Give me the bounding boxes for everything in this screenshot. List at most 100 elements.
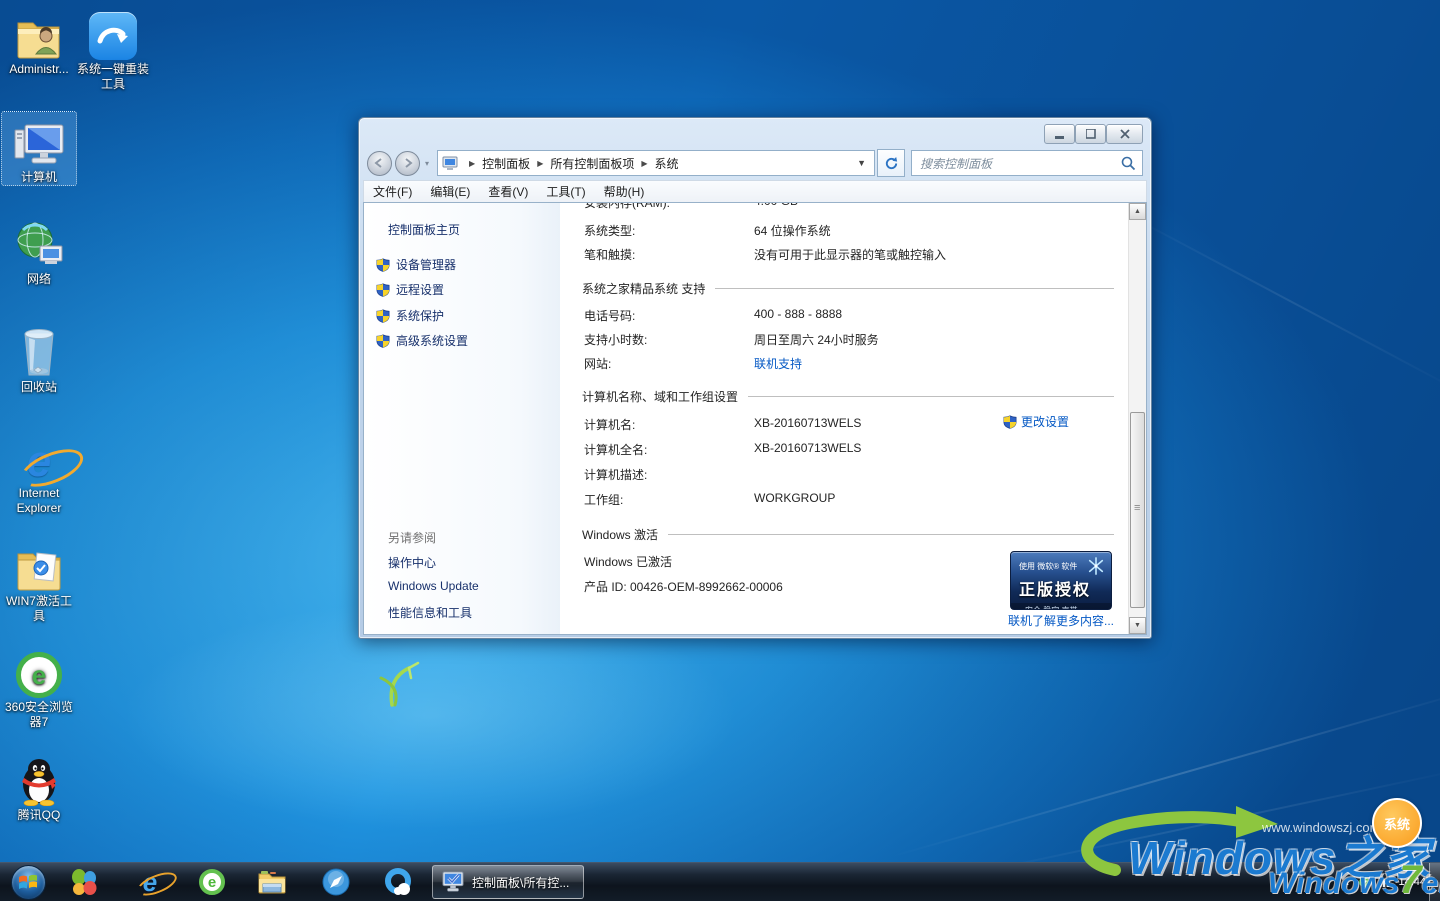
refresh-button[interactable] bbox=[877, 149, 905, 177]
desktop-icon-recycle-bin[interactable]: 回收站 bbox=[2, 326, 76, 395]
section-title: 系统之家精品系统 支持 bbox=[582, 280, 705, 297]
address-dropdown-icon[interactable]: ▼ bbox=[853, 158, 870, 168]
sidebar-item-system-protection[interactable]: 系统保护 bbox=[376, 307, 444, 324]
desktop-icon-win7-activator[interactable]: WIN7激活工具 bbox=[2, 540, 76, 624]
sidebar-item-windows-update[interactable]: Windows Update bbox=[388, 579, 479, 593]
sidebar-item-control-panel-home[interactable]: 控制面板主页 bbox=[388, 221, 460, 238]
sidebar-item-performance-tools[interactable]: 性能信息和工具 bbox=[388, 604, 472, 621]
recycle-bin-icon bbox=[2, 326, 76, 378]
maximize-button[interactable] bbox=[1075, 124, 1106, 144]
uac-shield-icon bbox=[376, 309, 390, 323]
show-desktop-button[interactable] bbox=[1429, 863, 1440, 901]
navigation-bar: ▾ ▶ 控制面板 ▶ 所有控制面板项 ▶ 系统 ▼ 搜索控制面板 bbox=[367, 150, 1143, 176]
breadcrumb-all-items[interactable]: 所有控制面板项 bbox=[550, 155, 634, 172]
section-windows-activation: Windows 激活 bbox=[582, 526, 1114, 543]
see-also-header: 另请参阅 bbox=[388, 529, 436, 546]
row-value: 4.00 GB bbox=[754, 203, 798, 208]
sidebar-item-label: 性能信息和工具 bbox=[388, 604, 472, 621]
light-streak bbox=[892, 685, 1440, 858]
desktop-icon-administrator[interactable]: Administr... bbox=[2, 8, 76, 77]
scroll-up-button[interactable]: ▲ bbox=[1129, 203, 1146, 220]
desktop-icon-label: 回收站 bbox=[2, 380, 76, 395]
desktop-icon-label: WIN7激活工具 bbox=[2, 594, 76, 624]
taskbar-icon-explorer[interactable] bbox=[250, 863, 294, 901]
computer-icon bbox=[2, 116, 76, 168]
scrollbar-thumb[interactable] bbox=[1130, 412, 1145, 608]
menu-help[interactable]: 帮助(H) bbox=[595, 183, 654, 200]
row-label: 笔和触摸: bbox=[584, 248, 635, 262]
info-row-pen-touch: 笔和触摸: 没有可用于此显示器的笔或触控输入 bbox=[584, 246, 1116, 262]
desktop-icon-label: 系统一键重装工具 bbox=[76, 62, 150, 92]
sidebar-item-action-center[interactable]: 操作中心 bbox=[388, 554, 436, 571]
recent-pages-dropdown-icon[interactable]: ▾ bbox=[425, 159, 429, 168]
menu-view[interactable]: 查看(V) bbox=[479, 183, 537, 200]
row-label: 支持小时数: bbox=[584, 333, 647, 347]
qq-penguin-icon bbox=[2, 754, 76, 806]
folder-app-icon bbox=[2, 540, 76, 592]
tray-security-icon[interactable] bbox=[1358, 876, 1370, 888]
sidebar-item-remote-settings[interactable]: 远程设置 bbox=[376, 281, 444, 298]
taskbar-icon-360-browser[interactable]: e bbox=[190, 863, 234, 901]
section-support: 系统之家精品系统 支持 bbox=[582, 280, 1114, 297]
start-button[interactable] bbox=[6, 863, 50, 901]
system-page-icon bbox=[442, 156, 458, 170]
badge-line1: 使用 微软® 软件 bbox=[1019, 561, 1077, 572]
search-input[interactable]: 搜索控制面板 bbox=[911, 150, 1143, 176]
taskbar-icon-qq-browser[interactable] bbox=[376, 863, 420, 901]
info-row-full-name: 计算机全名: XB-20160713WELS bbox=[584, 441, 1116, 457]
taskbar-icon-software-manager[interactable] bbox=[62, 863, 106, 901]
taskbar-icon-internet-explorer[interactable]: e bbox=[128, 863, 172, 901]
info-row-system-type: 系统类型: 64 位操作系统 bbox=[584, 222, 1116, 238]
row-label: 工作组: bbox=[584, 493, 623, 507]
desktop-icon-reinstall-tool[interactable]: 系统一键重装工具 bbox=[76, 8, 150, 92]
address-bar[interactable]: ▶ 控制面板 ▶ 所有控制面板项 ▶ 系统 ▼ bbox=[437, 150, 875, 176]
search-icon[interactable] bbox=[1121, 156, 1136, 171]
sidebar-item-device-manager[interactable]: 设备管理器 bbox=[376, 256, 456, 273]
sidebar-item-advanced-settings[interactable]: 高级系统设置 bbox=[376, 332, 468, 349]
taskbar-active-window-button[interactable]: 控制面板\所有控... bbox=[432, 865, 584, 899]
change-settings-link[interactable]: 更改设置 bbox=[1003, 413, 1069, 430]
desktop-icon-360-browser[interactable]: e 360安全浏览器7 bbox=[2, 646, 76, 730]
wallpaper-sprout bbox=[362, 645, 432, 709]
learn-more-online-link[interactable]: 联机了解更多内容... bbox=[1008, 612, 1114, 629]
online-support-link[interactable]: 联机支持 bbox=[754, 355, 802, 372]
light-streak bbox=[1104, 202, 1440, 401]
system-info-panel: 安装内存(RAM): 4.00 GB 系统类型: 64 位操作系统 笔和触摸: … bbox=[560, 203, 1128, 634]
vertical-scrollbar[interactable]: ▲ ▼ bbox=[1128, 203, 1146, 634]
taskbar-clock[interactable]: 14:44 bbox=[1398, 876, 1426, 888]
windows-start-orb-icon bbox=[11, 865, 46, 900]
back-button[interactable] bbox=[367, 151, 392, 176]
desktop-icon-network[interactable]: 网络 bbox=[2, 218, 76, 287]
section-title: Windows 激活 bbox=[582, 526, 658, 543]
row-label: 系统类型: bbox=[584, 224, 635, 238]
desktop-icon-label: Internet Explorer bbox=[2, 486, 76, 516]
info-row-phone: 电话号码: 400 - 888 - 8888 bbox=[584, 307, 1116, 323]
info-row-hours: 支持小时数: 周日至周六 24小时服务 bbox=[584, 331, 1116, 347]
desktop-icon-tencent-qq[interactable]: 腾讯QQ bbox=[2, 754, 76, 823]
light-streak bbox=[965, 766, 1440, 876]
sidebar-item-label: 设备管理器 bbox=[396, 256, 456, 273]
row-value: XB-20160713WELS bbox=[754, 441, 861, 455]
taskbar-icon-compass-browser[interactable] bbox=[314, 863, 358, 901]
close-button[interactable] bbox=[1106, 124, 1143, 144]
desktop-icon-label: 360安全浏览器7 bbox=[2, 700, 76, 730]
row-value: 没有可用于此显示器的笔或触控输入 bbox=[754, 246, 946, 263]
breadcrumb-control-panel[interactable]: 控制面板 bbox=[482, 155, 530, 172]
menu-bar: 文件(F) 编辑(E) 查看(V) 工具(T) 帮助(H) bbox=[363, 180, 1147, 203]
breadcrumb-system[interactable]: 系统 bbox=[655, 155, 679, 172]
scroll-down-button[interactable]: ▼ bbox=[1129, 617, 1146, 634]
show-hidden-icons-button[interactable]: ▲ bbox=[1342, 877, 1351, 887]
menu-tools[interactable]: 工具(T) bbox=[537, 183, 594, 200]
minimize-button[interactable] bbox=[1044, 124, 1075, 144]
menu-edit[interactable]: 编辑(E) bbox=[421, 183, 479, 200]
info-row-workgroup: 工作组: WORKGROUP bbox=[584, 491, 1116, 507]
badge-line3: 安全 稳定 声誉 bbox=[1011, 603, 1111, 610]
tray-network-icon[interactable] bbox=[1378, 876, 1390, 888]
desktop-icon-label: 计算机 bbox=[2, 170, 76, 185]
forward-button[interactable] bbox=[395, 151, 420, 176]
uac-shield-icon bbox=[376, 334, 390, 348]
desktop-icon-internet-explorer[interactable]: e Internet Explorer bbox=[2, 432, 76, 516]
menu-file[interactable]: 文件(F) bbox=[364, 183, 421, 200]
desktop-icon-computer[interactable]: 计算机 bbox=[2, 112, 76, 185]
sidebar-item-label: 控制面板主页 bbox=[388, 221, 460, 238]
